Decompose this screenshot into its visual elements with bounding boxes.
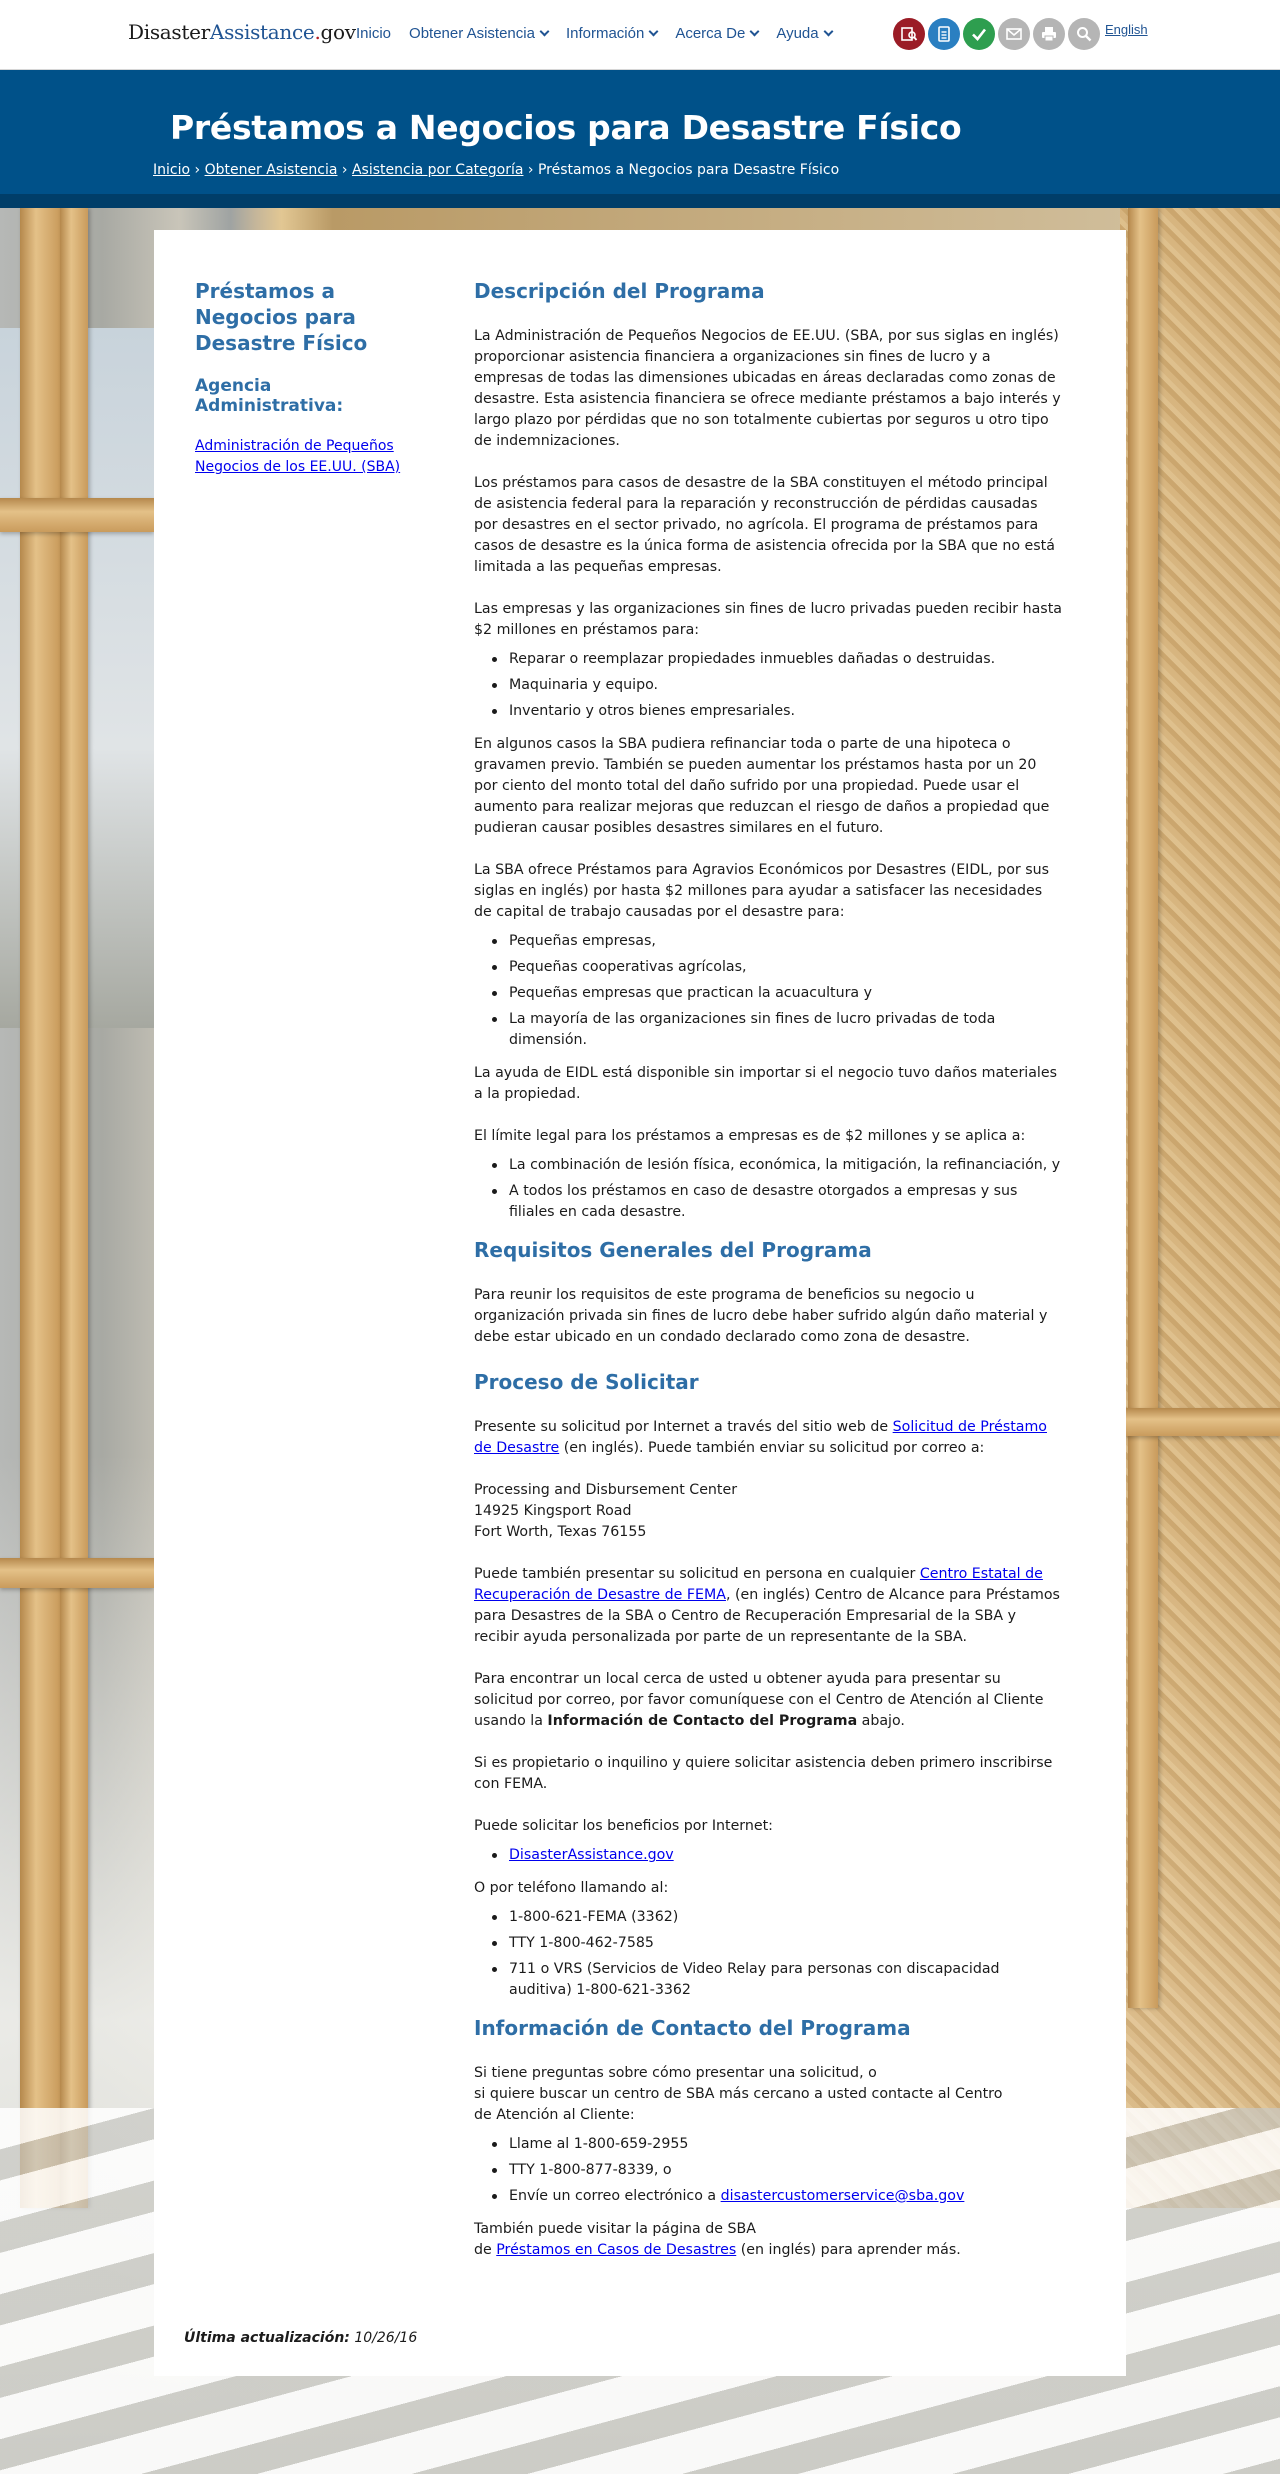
section-heading-contact: Información de Contacto del Programa — [474, 2016, 911, 2040]
page-banner: Préstamos a Negocios para Desastre Físic… — [0, 70, 1280, 208]
list-item: Maquinaria y equipo. — [474, 675, 1064, 696]
paragraph: Los préstamos para casos de desastre de … — [474, 475, 1055, 575]
paragraph: La ayuda de EIDL está disponible sin imp… — [474, 1065, 1057, 1102]
agency-heading: Agencia Administrativa: — [195, 376, 344, 416]
list-item: Pequeñas empresas que practican la acuac… — [474, 983, 1064, 1004]
content-card: Préstamos a Negocios para Desastre Físic… — [154, 230, 1126, 2376]
paragraph: La SBA ofrece Préstamos para Agravios Ec… — [474, 862, 1049, 920]
list-item: La combinación de lesión física, económi… — [474, 1155, 1064, 1176]
check-status-icon[interactable] — [963, 18, 995, 50]
nav-item-ayuda[interactable]: Ayuda — [776, 25, 834, 42]
main-nav: Inicio Obtener Asistencia Información Ac… — [356, 25, 850, 42]
list-item: DisasterAssistance.gov — [474, 1845, 1064, 1866]
breadcrumb-inicio[interactable]: Inicio — [153, 162, 190, 178]
apply-checklist-icon[interactable] — [928, 18, 960, 50]
chevron-down-icon — [539, 26, 550, 37]
top-navigation-bar: DisasterAssistance.gov Inicio Obtener As… — [0, 0, 1280, 70]
sba-disaster-loans-link[interactable]: Préstamos en Casos de Desastres — [496, 2242, 736, 2258]
list-item: Llame al 1-800-659-2955 — [474, 2134, 1064, 2155]
paragraph: En algunos casos la SBA pudiera refinanc… — [474, 736, 1050, 836]
list-item: 1-800-621-FEMA (3362) — [474, 1907, 1064, 1928]
list-item: La mayoría de las organizaciones sin fin… — [474, 1009, 1064, 1051]
breadcrumb-separator: › — [341, 162, 348, 178]
paragraph: También puede visitar la página de SBA d… — [474, 2221, 961, 2258]
list-item: Inventario y otros bienes empresariales. — [474, 701, 1064, 722]
bullet-list: Reparar o reemplazar propiedades inmuebl… — [474, 649, 1064, 722]
list-item: Reparar o reemplazar propiedades inmuebl… — [474, 649, 1064, 670]
agency-link[interactable]: Administración de Pequeños Negocios de l… — [195, 436, 415, 478]
sidebar: Préstamos a Negocios para Desastre Físic… — [195, 278, 415, 478]
bullet-list: 1-800-621-FEMA (3362) TTY 1-800-462-7585… — [474, 1907, 1064, 2001]
paragraph: Puede también presentar su solicitud en … — [474, 1566, 1060, 1645]
site-logo[interactable]: DisasterAssistance.gov — [128, 20, 356, 44]
breadcrumb-obtener-asistencia[interactable]: Obtener Asistencia — [205, 162, 338, 178]
list-item: TTY 1-800-877-8339, o — [474, 2160, 1064, 2181]
paragraph: Si es propietario o inquilino y quiere s… — [474, 1755, 1053, 1792]
section-heading-requirements: Requisitos Generales del Programa — [474, 1238, 872, 1262]
sidebar-title: Préstamos a Negocios para Desastre Físic… — [195, 279, 368, 355]
list-item: 711 o VRS (Servicios de Video Relay para… — [474, 1959, 1064, 2001]
bullet-list: DisasterAssistance.gov — [474, 1845, 1064, 1866]
paragraph: Si tiene preguntas sobre cómo presentar … — [474, 2065, 1003, 2123]
bullet-list: Pequeñas empresas, Pequeñas cooperativas… — [474, 931, 1064, 1051]
paragraph: O por teléfono llamando al: — [474, 1880, 669, 1896]
section-heading-description: Descripción del Programa — [474, 279, 765, 303]
paragraph: Para reunir los requisitos de este progr… — [474, 1287, 1048, 1345]
quick-tools — [893, 18, 1100, 50]
paragraph: Presente su solicitud por Internet a tra… — [474, 1419, 1047, 1456]
paragraph: Puede solicitar los beneficios por Inter… — [474, 1818, 773, 1834]
chevron-down-icon — [749, 26, 760, 37]
email-icon[interactable] — [998, 18, 1030, 50]
list-item: TTY 1-800-462-7585 — [474, 1933, 1064, 1954]
breadcrumb-asistencia-por-categoria[interactable]: Asistencia por Categoría — [352, 162, 523, 178]
nav-item-acerca-de[interactable]: Acerca De — [675, 25, 760, 42]
language-toggle-link[interactable]: English — [1105, 22, 1148, 37]
list-item: Pequeñas cooperativas agrícolas, — [474, 957, 1064, 978]
list-item: Envíe un correo electrónico a disastercu… — [474, 2186, 1064, 2207]
main-content: Descripción del Programa La Administraci… — [474, 278, 1064, 2282]
nav-item-obtener-asistencia[interactable]: Obtener Asistencia — [409, 25, 550, 42]
paragraph: Las empresas y las organizaciones sin fi… — [474, 601, 1062, 638]
paragraph: El límite legal para los préstamos a emp… — [474, 1128, 1026, 1144]
paragraph: Para encontrar un local cerca de usted u… — [474, 1671, 1044, 1729]
nav-item-informacion[interactable]: Información — [566, 25, 659, 42]
find-assistance-icon[interactable] — [893, 18, 925, 50]
mailing-address: Processing and Disbursement Center 14925… — [474, 1482, 738, 1540]
section-heading-process: Proceso de Solicitar — [474, 1370, 699, 1394]
bullet-list: La combinación de lesión física, económi… — [474, 1155, 1064, 1223]
chevron-down-icon — [823, 26, 834, 37]
paragraph: La Administración de Pequeños Negocios d… — [474, 328, 1061, 449]
last-updated: Última actualización: 10/26/16 — [184, 2330, 418, 2346]
breadcrumb-separator: › — [194, 162, 201, 178]
breadcrumb: Inicio › Obtener Asistencia › Asistencia… — [153, 162, 839, 178]
nav-item-inicio[interactable]: Inicio — [356, 25, 391, 42]
list-item: Pequeñas empresas, — [474, 931, 1064, 952]
list-item: A todos los préstamos en caso de desastr… — [474, 1181, 1064, 1223]
search-icon[interactable] — [1068, 18, 1100, 50]
breadcrumb-current: Préstamos a Negocios para Desastre Físic… — [537, 162, 840, 178]
breadcrumb-separator: › — [527, 162, 534, 178]
print-icon[interactable] — [1033, 18, 1065, 50]
page-title: Préstamos a Negocios para Desastre Físic… — [170, 108, 962, 147]
bullet-list: Llame al 1-800-659-2955 TTY 1-800-877-83… — [474, 2134, 1064, 2207]
chevron-down-icon — [648, 26, 659, 37]
sba-email-link[interactable]: disastercustomerservice@sba.gov — [721, 2188, 965, 2204]
disasterassistance-link[interactable]: DisasterAssistance.gov — [509, 1847, 674, 1863]
